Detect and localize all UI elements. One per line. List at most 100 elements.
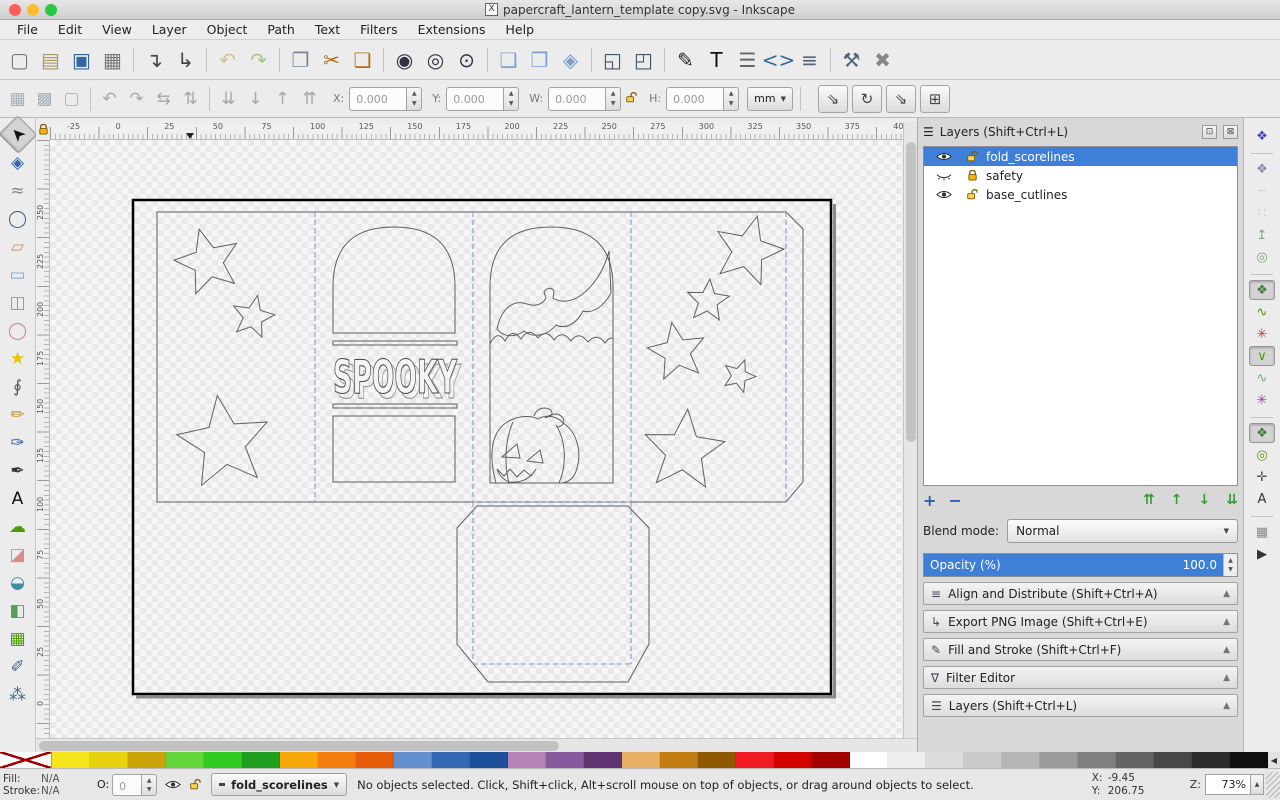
lock-width-height-icon[interactable] bbox=[623, 91, 639, 107]
palette-swatch-none[interactable] bbox=[0, 752, 52, 768]
snap-bbox-edge-midpoints-icon[interactable]: ↥ bbox=[1249, 225, 1275, 245]
raise-to-top-icon[interactable]: ⇈ bbox=[296, 85, 323, 112]
flip-horizontal-icon[interactable]: ⇆ bbox=[150, 85, 177, 112]
select-all-layers-icon[interactable]: ▩ bbox=[31, 85, 58, 112]
palette-swatch[interactable] bbox=[204, 752, 242, 768]
layers-dialog-icon[interactable]: ☰ bbox=[732, 44, 763, 75]
menu-object[interactable]: Object bbox=[198, 20, 257, 39]
collapse-arrow-icon[interactable]: ▲ bbox=[1223, 589, 1230, 599]
palette-swatch[interactable] bbox=[242, 752, 280, 768]
paste-icon[interactable]: ❏ bbox=[347, 44, 378, 75]
palette-swatch[interactable] bbox=[774, 752, 812, 768]
menu-extensions[interactable]: Extensions bbox=[409, 20, 495, 39]
layer-locked-icon[interactable] bbox=[958, 169, 986, 182]
export-png-icon[interactable]: ↳ bbox=[170, 44, 201, 75]
layer-unlocked-icon[interactable] bbox=[958, 188, 986, 201]
redo-icon[interactable]: ↷ bbox=[243, 44, 274, 75]
zoom-field[interactable]: 73% bbox=[1205, 774, 1251, 795]
vertical-scrollbar[interactable] bbox=[903, 122, 917, 738]
palette-swatch[interactable] bbox=[1040, 752, 1078, 768]
spiral-tool-icon[interactable]: ∮ bbox=[4, 373, 32, 400]
resize-grip[interactable] bbox=[1266, 771, 1280, 798]
canvas[interactable]: SPOOKY SPOOKY bbox=[50, 140, 903, 738]
menu-view[interactable]: View bbox=[93, 20, 141, 39]
snap-text-baseline-icon[interactable]: A bbox=[1249, 489, 1275, 509]
rotate-cw-icon[interactable]: ↷ bbox=[123, 85, 150, 112]
snap-enable-icon[interactable]: ❖ bbox=[1249, 126, 1275, 146]
spray-tool-icon[interactable]: ☁ bbox=[4, 513, 32, 540]
menu-edit[interactable]: Edit bbox=[49, 20, 91, 39]
palette-swatch[interactable] bbox=[660, 752, 698, 768]
snap-path-intersections-icon[interactable]: ✳ bbox=[1249, 324, 1275, 344]
zoom-page-icon[interactable]: ⊙ bbox=[451, 44, 482, 75]
inkscape-preferences-icon[interactable]: ⚒ bbox=[836, 44, 867, 75]
palette-swatch[interactable] bbox=[318, 752, 356, 768]
layer-unlocked-icon[interactable] bbox=[958, 150, 986, 163]
export-png-panel[interactable]: ↳ Export PNG Image (Shift+Ctrl+E) ▲ bbox=[923, 610, 1238, 633]
menu-text[interactable]: Text bbox=[306, 20, 349, 39]
filter-editor-panel[interactable]: ∇ Filter Editor ▲ bbox=[923, 666, 1238, 689]
layer-lock-icon[interactable] bbox=[189, 778, 201, 791]
blend-mode-dropdown[interactable]: Normal ▼ bbox=[1007, 519, 1238, 543]
create-clone-icon[interactable]: ❒ bbox=[524, 44, 555, 75]
duplicate-icon[interactable]: ❑ bbox=[493, 44, 524, 75]
opacity-slider[interactable]: Opacity (%) 100.0 bbox=[924, 554, 1223, 576]
gradient-tool-icon[interactable]: ◧ bbox=[4, 597, 32, 624]
x-field[interactable]: 0.000 ▲ ▼ bbox=[349, 86, 423, 111]
bezier-tool-icon[interactable]: ✑ bbox=[4, 429, 32, 456]
layer-visible-icon[interactable] bbox=[930, 189, 958, 200]
palette-swatch[interactable] bbox=[1192, 752, 1230, 768]
palette-swatch[interactable] bbox=[812, 752, 850, 768]
lower-to-bottom-icon[interactable]: ⇊ bbox=[215, 85, 242, 112]
raise-layer-button[interactable]: ↑ bbox=[1171, 492, 1183, 508]
lower-one-step-icon[interactable]: ↓ bbox=[242, 85, 269, 112]
palette-swatch[interactable] bbox=[1230, 752, 1268, 768]
w-field[interactable]: 0.000 ▲ ▼ bbox=[548, 86, 622, 111]
horizontal-scrollbar-thumb[interactable] bbox=[39, 741, 559, 751]
deselect-icon[interactable]: ▢ bbox=[58, 85, 85, 112]
palette-swatch[interactable] bbox=[166, 752, 204, 768]
menu-filters[interactable]: Filters bbox=[351, 20, 406, 39]
move-gradients-toggle-icon[interactable]: ⇘ bbox=[885, 84, 916, 113]
measure-tool-icon[interactable]: ▱ bbox=[4, 233, 32, 260]
dropper-tool-icon[interactable]: ✐ bbox=[4, 653, 32, 680]
layer-hidden-icon[interactable] bbox=[930, 170, 958, 181]
y-field[interactable]: 0.000 ▲ ▼ bbox=[446, 86, 520, 111]
collapse-arrow-icon[interactable]: ▲ bbox=[1223, 673, 1230, 683]
rotate-ccw-icon[interactable]: ↶ bbox=[96, 85, 123, 112]
palette-swatch[interactable] bbox=[698, 752, 736, 768]
snap-object-centers-icon[interactable]: ◎ bbox=[1249, 445, 1275, 465]
palette-swatch[interactable] bbox=[584, 752, 622, 768]
palette-swatch[interactable] bbox=[280, 752, 318, 768]
open-document-icon[interactable]: ▤ bbox=[35, 44, 66, 75]
h-field[interactable]: 0.000 ▲ ▼ bbox=[666, 86, 740, 111]
opacity-spinner[interactable]: ▲ ▼ bbox=[1223, 554, 1237, 576]
collapse-arrow-icon[interactable]: ▲ bbox=[1223, 701, 1230, 711]
layer-row-base_cutlines[interactable]: base_cutlines bbox=[924, 185, 1237, 204]
snap-line-midpoints-icon[interactable]: ✳ bbox=[1249, 390, 1275, 410]
palette-swatch[interactable] bbox=[508, 752, 546, 768]
align-distribute-panel[interactable]: ≡ Align and Distribute (Shift+Ctrl+A) ▲ bbox=[923, 582, 1238, 605]
palette-swatch[interactable] bbox=[128, 752, 166, 768]
layer-row-safety[interactable]: safety bbox=[924, 166, 1237, 185]
remove-layer-button[interactable]: − bbox=[948, 491, 961, 510]
print-document-icon[interactable]: ▦ bbox=[97, 44, 128, 75]
palette-swatch[interactable] bbox=[546, 752, 584, 768]
text-tool-icon[interactable]: A bbox=[4, 485, 32, 512]
align-distribute-dialog-icon[interactable]: ≡ bbox=[794, 44, 825, 75]
palette-swatch[interactable] bbox=[90, 752, 128, 768]
close-dialog-button[interactable]: ⊠ bbox=[1223, 125, 1238, 139]
flip-vertical-icon[interactable]: ⇅ bbox=[177, 85, 204, 112]
palette-swatch[interactable] bbox=[432, 752, 470, 768]
menu-path[interactable]: Path bbox=[258, 20, 303, 39]
palette-swatch[interactable] bbox=[1116, 752, 1154, 768]
snap-bounding-box-icon[interactable]: ❖ bbox=[1249, 159, 1275, 179]
fill-stroke-dialog-icon[interactable]: ✎ bbox=[670, 44, 701, 75]
palette-swatch[interactable] bbox=[926, 752, 964, 768]
palette-scroll-arrow[interactable]: ◀ bbox=[1268, 752, 1280, 768]
snap-cusp-nodes-icon[interactable]: ∨ bbox=[1249, 346, 1275, 366]
add-layer-button[interactable]: + bbox=[923, 491, 936, 510]
horizontal-ruler[interactable]: -25 0 25 50 75 100 125 150 175 200 225 250 275 300 325… bbox=[50, 122, 908, 140]
layer-row-fold_scorelines[interactable]: fold_scorelines bbox=[924, 147, 1237, 166]
zoom-tool-icon[interactable]: ◯ bbox=[4, 205, 32, 232]
